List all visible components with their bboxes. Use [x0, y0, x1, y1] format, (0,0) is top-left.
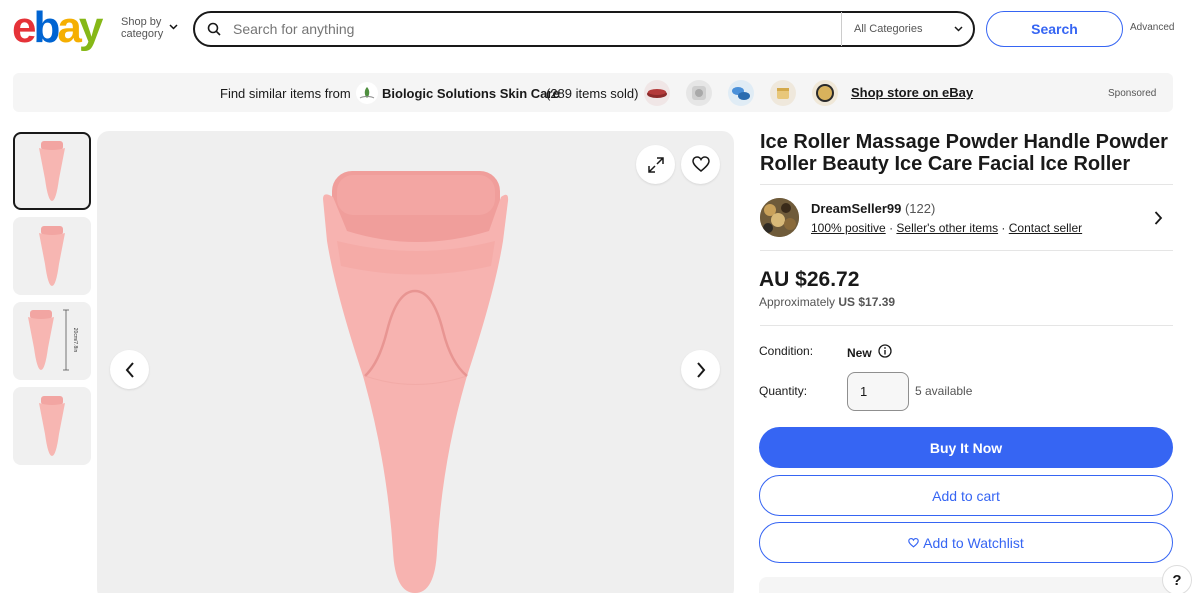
positive-feedback-link[interactable]: 100% positive	[811, 221, 886, 235]
promo-prefix: Find similar items from	[220, 86, 351, 101]
help-button[interactable]: ?	[1162, 565, 1192, 593]
approx-value: US $17.39	[838, 295, 896, 309]
approx-price: Approximately US $17.39	[759, 295, 895, 309]
add-to-watchlist-button[interactable]: Add to Watchlist	[759, 522, 1173, 563]
ice-roller-thumb-icon	[39, 226, 65, 286]
sponsored-store-banner: Find similar items from Biologic Solutio…	[13, 73, 1173, 112]
previous-image-button[interactable]	[110, 350, 149, 389]
expand-image-button[interactable]	[636, 145, 675, 184]
seller-details-chevron[interactable]	[1154, 211, 1163, 230]
product-title: Ice Roller Massage Powder Handle Powder …	[760, 131, 1168, 175]
chevron-right-icon	[696, 361, 705, 378]
store-product-thumb[interactable]	[644, 80, 670, 106]
seller-name[interactable]: DreamSeller99	[811, 201, 901, 216]
contact-seller-link[interactable]: Contact seller	[1009, 221, 1082, 235]
thumbnail-2[interactable]	[13, 217, 91, 295]
chevron-down-icon	[169, 22, 178, 34]
divider	[760, 250, 1173, 251]
category-select[interactable]: All Categories	[841, 12, 973, 46]
condition-value-row: New	[847, 344, 892, 361]
add-to-cart-button[interactable]: Add to cart	[759, 475, 1173, 516]
shop-store-link[interactable]: Shop store on eBay	[851, 85, 973, 100]
category-select-label: All Categories	[854, 23, 923, 35]
shop-by-category-button[interactable]: Shop by category	[121, 16, 178, 40]
logo-letter-e: e	[12, 3, 37, 52]
store-product-thumb[interactable]	[686, 80, 712, 106]
additional-info-card	[759, 577, 1173, 593]
shop-by-line1: Shop by	[121, 16, 162, 28]
seller-links: 100% positive · Seller's other items · C…	[811, 221, 1082, 235]
ice-roller-thumb-icon	[39, 396, 65, 456]
quantity-available: 5 available	[915, 384, 973, 398]
sponsored-label: Sponsored	[1108, 88, 1157, 99]
separator-dot: ·	[889, 221, 894, 235]
condition-label: Condition:	[759, 344, 814, 358]
advanced-search-link[interactable]: Advanced	[1130, 22, 1174, 33]
seller-avatar-image	[760, 198, 799, 237]
search-button[interactable]: Search	[986, 11, 1123, 47]
search-bar: All Categories	[193, 11, 975, 47]
store-product-thumb[interactable]	[770, 80, 796, 106]
ice-roller-dimension-thumb-icon: 20cm/7.8in	[28, 309, 78, 371]
expand-icon	[647, 156, 664, 173]
store-product-thumb[interactable]	[728, 80, 754, 106]
buy-it-now-button[interactable]: Buy It Now	[759, 427, 1173, 468]
seller-avatar[interactable]	[760, 198, 799, 237]
store-name[interactable]: Biologic Solutions Skin Care	[382, 86, 560, 101]
separator-dot: ·	[1001, 221, 1006, 235]
thumb-dimension-label: 20cm/7.8in	[72, 328, 78, 353]
heart-icon	[691, 156, 710, 172]
shop-by-line2: category	[121, 28, 164, 40]
chevron-left-icon	[125, 361, 134, 378]
image-thumbnails: 20cm/7.8in	[13, 132, 92, 472]
quantity-label: Quantity:	[759, 384, 808, 398]
chevron-down-icon	[954, 23, 963, 35]
search-icon	[195, 22, 233, 36]
thumbnail-1[interactable]	[13, 132, 91, 210]
thumbnail-3[interactable]: 20cm/7.8in	[13, 302, 91, 380]
search-input[interactable]	[233, 21, 841, 37]
items-sold: (289 items sold)	[546, 86, 639, 101]
chevron-right-icon	[1154, 211, 1163, 225]
ice-roller-image	[323, 171, 509, 593]
next-image-button[interactable]	[681, 350, 720, 389]
add-to-watchlist-heart-button[interactable]	[681, 145, 720, 184]
store-logo-icon[interactable]	[356, 82, 378, 104]
seller-name-row[interactable]: DreamSeller99 (122)	[811, 201, 935, 216]
logo-letter-b: b	[33, 3, 60, 52]
heart-icon	[908, 537, 919, 548]
divider	[760, 325, 1173, 326]
thumbnail-4[interactable]	[13, 387, 91, 465]
ebay-logo[interactable]: ebay	[12, 3, 104, 52]
approx-prefix: Approximately	[759, 295, 836, 309]
main-product-image[interactable]	[97, 131, 734, 593]
ice-roller-thumb-icon	[39, 141, 65, 201]
info-icon[interactable]	[878, 344, 892, 361]
price: AU $26.72	[759, 268, 860, 291]
quantity-input[interactable]	[847, 372, 909, 411]
logo-letter-y: y	[78, 3, 104, 52]
store-product-thumb[interactable]	[812, 80, 838, 106]
logo-letter-a: a	[57, 3, 82, 52]
watchlist-label: Add to Watchlist	[923, 534, 1024, 551]
seller-other-items-link[interactable]: Seller's other items	[896, 221, 998, 235]
divider	[760, 184, 1173, 185]
seller-feedback-count: (122)	[904, 201, 936, 216]
condition-value: New	[847, 345, 872, 360]
